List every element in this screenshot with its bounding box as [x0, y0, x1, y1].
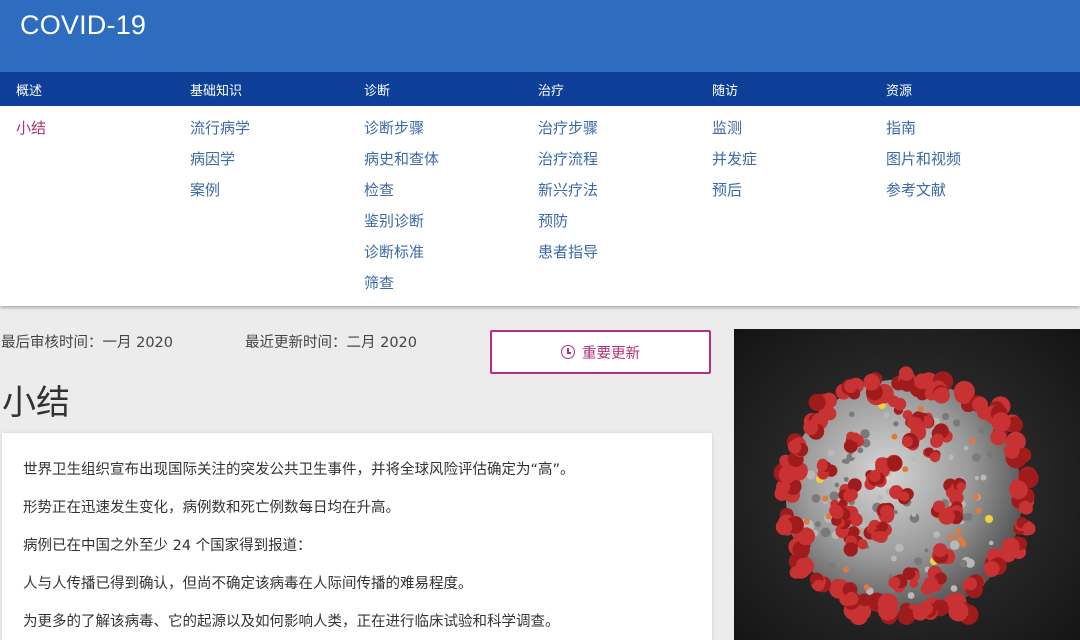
nav-link-tests[interactable]: 检查 [364, 181, 439, 212]
nav-link-summary[interactable]: 小结 [16, 119, 46, 150]
nav-category-overview[interactable]: 概述 [16, 80, 42, 99]
nav-category-followup[interactable]: 随访 [712, 80, 738, 99]
page-title: 小结 [2, 383, 70, 423]
nav-link-treatment-steps[interactable]: 治疗步骤 [538, 119, 598, 150]
nav-link-screening[interactable]: 筛查 [364, 274, 439, 305]
nav-link-history-exam[interactable]: 病史和查体 [364, 150, 439, 181]
summary-paragraph: 病例已在中国之外至少 24 个国家得到报道： [23, 538, 312, 554]
app-header: COVID-19 [0, 0, 1080, 72]
nav-link-references[interactable]: 参考文献 [886, 181, 961, 212]
nav-link-etiology[interactable]: 病因学 [190, 150, 250, 181]
nav-link-guidelines[interactable]: 指南 [886, 119, 961, 150]
nav-link-case[interactable]: 案例 [190, 181, 250, 212]
summary-paragraph: 世界卫生组织宣布出现国际关注的突发公共卫生事件，并将全球风险评估确定为“高”。 [23, 462, 575, 478]
nav-category-basics[interactable]: 基础知识 [190, 80, 242, 99]
nav-column-basics: 流行病学 病因学 案例 [190, 119, 250, 212]
app-title[interactable]: COVID-19 [20, 10, 146, 41]
summary-card: 世界卫生组织宣布出现国际关注的突发公共卫生事件，并将全球风险评估确定为“高”。 … [2, 433, 712, 640]
nav-category-resources[interactable]: 资源 [886, 80, 912, 99]
last-updated-date: 最近更新时间：二月 2020 [245, 335, 418, 351]
summary-paragraph: 形势正在迅速发生变化，病例数和死亡例数每日均在升高。 [23, 500, 400, 516]
coronavirus-image[interactable] [734, 329, 1080, 640]
nav-category-diagnosis[interactable]: 诊断 [364, 80, 390, 99]
category-bar: 概述 基础知识 诊断 治疗 随访 资源 [0, 72, 1080, 106]
nav-column-resources: 指南 图片和视频 参考文献 [886, 119, 961, 212]
nav-link-treatment-algorithm[interactable]: 治疗流程 [538, 150, 598, 181]
nav-link-images-videos[interactable]: 图片和视频 [886, 150, 961, 181]
summary-paragraph: 人与人传播已得到确认，但尚不确定该病毒在人际间传播的难易程度。 [23, 576, 473, 592]
last-reviewed-date: 最后审核时间：一月 2020 [1, 335, 174, 351]
nav-category-treatment[interactable]: 治疗 [538, 80, 564, 99]
nav-column-overview: 小结 [16, 119, 46, 150]
nav-link-complications[interactable]: 并发症 [712, 150, 757, 181]
coronavirus-illustration [734, 329, 1080, 640]
nav-link-monitoring[interactable]: 监测 [712, 119, 757, 150]
nav-column-diagnosis: 诊断步骤 病史和查体 检查 鉴别诊断 诊断标准 筛查 [364, 119, 439, 305]
nav-link-diagnosis-steps[interactable]: 诊断步骤 [364, 119, 439, 150]
nav-link-epidemiology[interactable]: 流行病学 [190, 119, 250, 150]
nav-link-prevention[interactable]: 预防 [538, 212, 598, 243]
nav-link-prognosis[interactable]: 预后 [712, 181, 757, 212]
nav-column-treatment: 治疗步骤 治疗流程 新兴疗法 预防 患者指导 [538, 119, 598, 274]
important-updates-button[interactable]: 重要更新 [490, 330, 711, 374]
nav-link-differential[interactable]: 鉴别诊断 [364, 212, 439, 243]
important-updates-label: 重要更新 [582, 345, 640, 362]
history-clock-icon [561, 345, 575, 359]
nav-link-patient-guidance[interactable]: 患者指导 [538, 243, 598, 274]
nav-dropdown-panel: 小结 流行病学 病因学 案例 诊断步骤 病史和查体 检查 鉴别诊断 诊断标准 筛… [0, 106, 1080, 306]
nav-column-followup: 监测 并发症 预后 [712, 119, 757, 212]
app-root: COVID-19 概述 基础知识 诊断 治疗 随访 资源 小结 流行病学 病因学… [0, 0, 1080, 640]
summary-paragraph: 为更多的了解该病毒、它的起源以及如何影响人类，正在进行临床试验和科学调查。 [23, 614, 560, 630]
nav-link-emerging[interactable]: 新兴疗法 [538, 181, 598, 212]
nav-link-criteria[interactable]: 诊断标准 [364, 243, 439, 274]
